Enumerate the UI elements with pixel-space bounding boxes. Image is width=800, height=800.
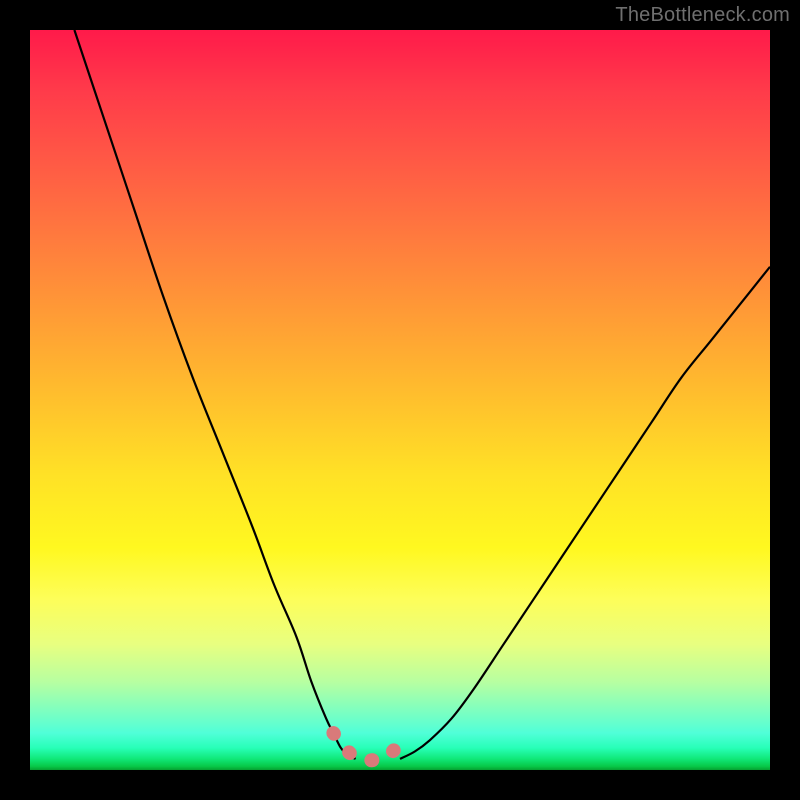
chart-frame: TheBottleneck.com: [0, 0, 800, 800]
optimal-region-marker: [333, 733, 407, 760]
plot-area: [30, 30, 770, 770]
watermark-text: TheBottleneck.com: [615, 4, 790, 27]
left-curve: [74, 30, 355, 759]
curve-overlay: [30, 30, 770, 770]
right-curve: [400, 267, 770, 759]
